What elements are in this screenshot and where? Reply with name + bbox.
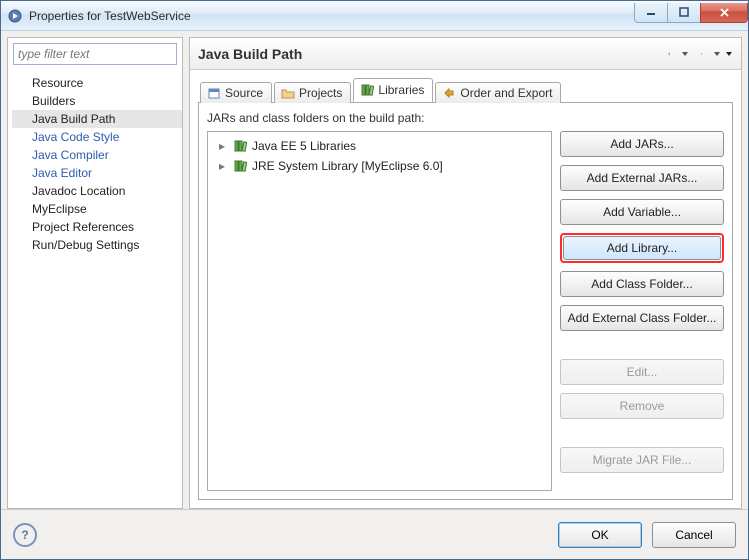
filter-wrap <box>8 38 182 70</box>
window-controls <box>635 3 748 23</box>
help-icon[interactable]: ? <box>13 523 37 547</box>
minimize-button[interactable] <box>634 3 668 23</box>
category-item[interactable]: Project References <box>12 218 182 236</box>
library-label: JRE System Library [MyEclipse 6.0] <box>252 159 443 173</box>
tab-label: Projects <box>299 86 342 100</box>
category-item[interactable]: MyEclipse <box>12 200 182 218</box>
chevron-down-icon[interactable] <box>713 47 721 61</box>
category-item[interactable]: Resource <box>12 74 182 92</box>
order-icon <box>442 86 456 100</box>
page-title: Java Build Path <box>198 46 661 62</box>
add-library-highlight: Add Library... <box>560 233 724 263</box>
add-class-folder-button[interactable]: Add Class Folder... <box>560 271 724 297</box>
source-icon <box>207 86 221 100</box>
library-icon <box>232 138 248 154</box>
content-body: SourceProjectsLibrariesOrder and Export … <box>190 70 741 508</box>
nav-arrows <box>661 46 733 62</box>
tab-projects[interactable]: Projects <box>274 82 351 103</box>
migrate-jar-button: Migrate JAR File... <box>560 447 724 473</box>
libraries-tab-body: JARs and class folders on the build path… <box>198 102 733 500</box>
category-panel: ResourceBuildersJava Build PathJava Code… <box>7 37 183 509</box>
filter-input[interactable] <box>13 43 177 65</box>
window-title: Properties for TestWebService <box>29 9 635 23</box>
content-header: Java Build Path <box>190 38 741 70</box>
tab-order-and-export[interactable]: Order and Export <box>435 82 561 103</box>
cancel-button[interactable]: Cancel <box>652 522 736 548</box>
add-variable-button[interactable]: Add Variable... <box>560 199 724 225</box>
properties-dialog: Properties for TestWebService ResourceBu… <box>0 0 749 560</box>
library-label: Java EE 5 Libraries <box>252 139 356 153</box>
category-item[interactable]: Java Editor <box>12 164 182 182</box>
nav-forward-button[interactable] <box>693 46 709 62</box>
libraries-row: ▸ Java EE 5 Libraries ▸ JRE System Library … <box>207 131 724 491</box>
tab-label: Source <box>225 86 263 100</box>
tab-source[interactable]: Source <box>200 82 272 103</box>
chevron-down-icon[interactable] <box>681 47 689 61</box>
expand-icon[interactable]: ▸ <box>216 159 228 173</box>
remove-button: Remove <box>560 393 724 419</box>
dialog-body: ResourceBuildersJava Build PathJava Code… <box>1 31 748 559</box>
add-jars-button[interactable]: Add JARs... <box>560 131 724 157</box>
button-spacer <box>560 427 724 439</box>
libraries-description: JARs and class folders on the build path… <box>207 111 724 125</box>
library-icon <box>232 158 248 174</box>
category-item[interactable]: Java Build Path <box>12 110 182 128</box>
dialog-footer: ? OK Cancel <box>1 509 748 559</box>
tab-label: Order and Export <box>460 86 552 100</box>
chevron-down-icon[interactable] <box>725 47 733 61</box>
titlebar: Properties for TestWebService <box>1 1 748 31</box>
maximize-button[interactable] <box>667 3 701 23</box>
expand-icon[interactable]: ▸ <box>216 139 228 153</box>
category-tree[interactable]: ResourceBuildersJava Build PathJava Code… <box>8 70 182 258</box>
category-item[interactable]: Java Code Style <box>12 128 182 146</box>
app-icon <box>7 8 23 24</box>
button-spacer <box>560 339 724 351</box>
library-item[interactable]: ▸ JRE System Library [MyEclipse 6.0] <box>212 156 547 176</box>
libraries-tree[interactable]: ▸ Java EE 5 Libraries ▸ JRE System Library … <box>207 131 552 491</box>
close-button[interactable] <box>700 3 748 23</box>
tab-libraries[interactable]: Libraries <box>353 78 433 102</box>
content-panel: Java Build Path <box>189 37 742 509</box>
add-external-class-folder-button[interactable]: Add External Class Folder... <box>560 305 724 331</box>
projects-icon <box>281 86 295 100</box>
edit-button: Edit... <box>560 359 724 385</box>
category-item[interactable]: Javadoc Location <box>12 182 182 200</box>
libraries-buttons: Add JARs... Add External JARs... Add Var… <box>560 131 724 491</box>
nav-back-button[interactable] <box>661 46 677 62</box>
tab-strip: Source Projects Libraries Order and Export <box>198 78 733 102</box>
library-item[interactable]: ▸ Java EE 5 Libraries <box>212 136 547 156</box>
add-external-jars-button[interactable]: Add External JARs... <box>560 165 724 191</box>
category-item[interactable]: Run/Debug Settings <box>12 236 182 254</box>
category-item[interactable]: Builders <box>12 92 182 110</box>
libraries-icon <box>360 83 374 97</box>
add-library-button[interactable]: Add Library... <box>563 236 721 260</box>
category-item[interactable]: Java Compiler <box>12 146 182 164</box>
ok-button[interactable]: OK <box>558 522 642 548</box>
tab-label: Libraries <box>378 83 424 97</box>
main-area: ResourceBuildersJava Build PathJava Code… <box>1 31 748 509</box>
